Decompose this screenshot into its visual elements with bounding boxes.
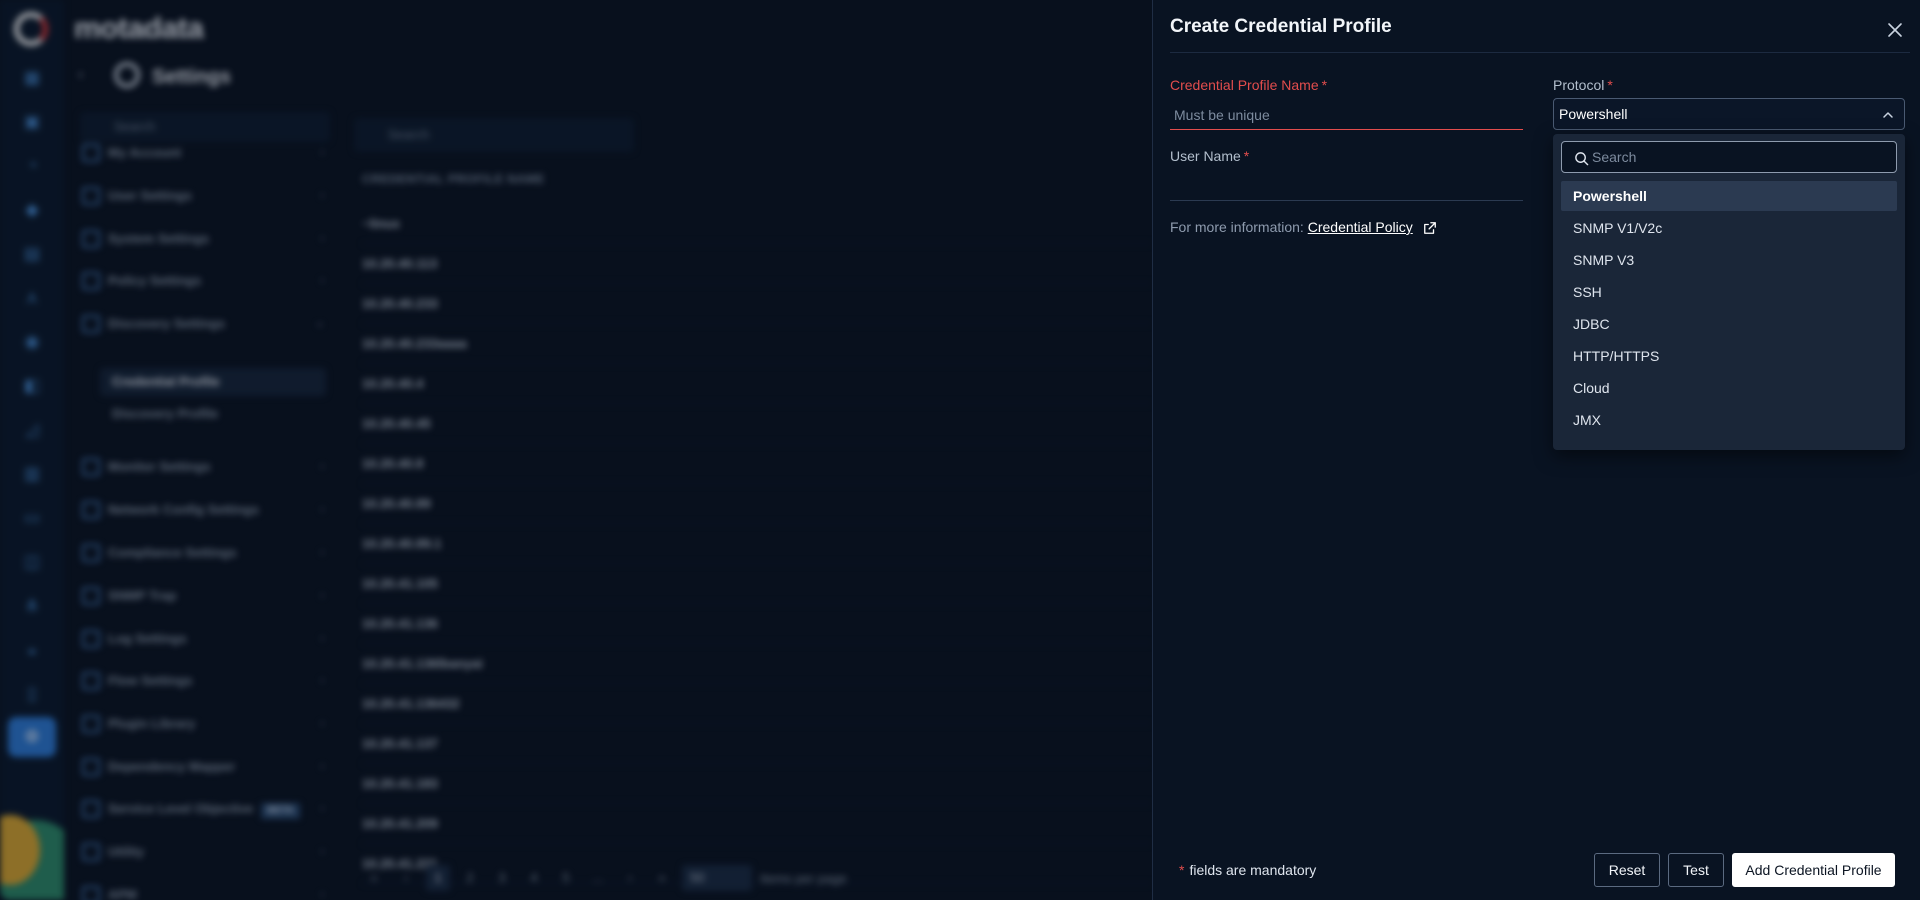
dropdown-search: [1561, 141, 1897, 173]
protocol-label: Protocol *: [1553, 77, 1613, 93]
protocol-select[interactable]: Powershell: [1553, 98, 1905, 130]
user-name-label: User Name *: [1170, 148, 1250, 164]
add-credential-profile-button[interactable]: Add Credential Profile: [1732, 853, 1895, 887]
search-icon: [1575, 152, 1589, 166]
protocol-option-snmp-v1-v2c[interactable]: SNMP V1/V2c: [1561, 213, 1897, 243]
protocol-dropdown: Powershell SNMP V1/V2c SNMP V3 SSH JDBC …: [1553, 134, 1905, 450]
modal-backdrop[interactable]: [0, 0, 1152, 900]
protocol-option-jdbc[interactable]: JDBC: [1561, 309, 1897, 339]
protocol-option-cloud[interactable]: Cloud: [1561, 373, 1897, 403]
chevron-up-icon: [1883, 112, 1893, 118]
credential-profile-name-label: Credential Profile Name *: [1170, 77, 1328, 93]
create-credential-profile-panel: Create Credential Profile Credential Pro…: [1152, 0, 1920, 900]
user-name-input[interactable]: [1170, 170, 1523, 201]
info-line: For more information: Credential Policy: [1170, 219, 1437, 235]
divider: [1170, 52, 1910, 53]
external-link-icon[interactable]: [1423, 221, 1437, 235]
panel-title: Create Credential Profile: [1170, 16, 1392, 37]
close-icon: [1888, 23, 1902, 37]
test-button[interactable]: Test: [1668, 853, 1724, 887]
dropdown-search-input[interactable]: [1592, 142, 1892, 172]
mandatory-note: * fields are mandatory: [1179, 862, 1317, 878]
protocol-option-snmp-v3[interactable]: SNMP V3: [1561, 245, 1897, 275]
reset-button[interactable]: Reset: [1594, 853, 1660, 887]
protocol-option-powershell[interactable]: Powershell: [1561, 181, 1897, 211]
protocol-option-jmx[interactable]: JMX: [1561, 405, 1897, 435]
protocol-option-ssh[interactable]: SSH: [1561, 277, 1897, 307]
close-button[interactable]: [1883, 18, 1907, 42]
credential-policy-link[interactable]: Credential Policy: [1308, 219, 1413, 235]
credential-profile-name-input[interactable]: [1170, 100, 1523, 130]
info-prefix: For more information:: [1170, 219, 1304, 235]
protocol-option-http-https[interactable]: HTTP/HTTPS: [1561, 341, 1897, 371]
protocol-selected-value: Powershell: [1559, 106, 1628, 122]
